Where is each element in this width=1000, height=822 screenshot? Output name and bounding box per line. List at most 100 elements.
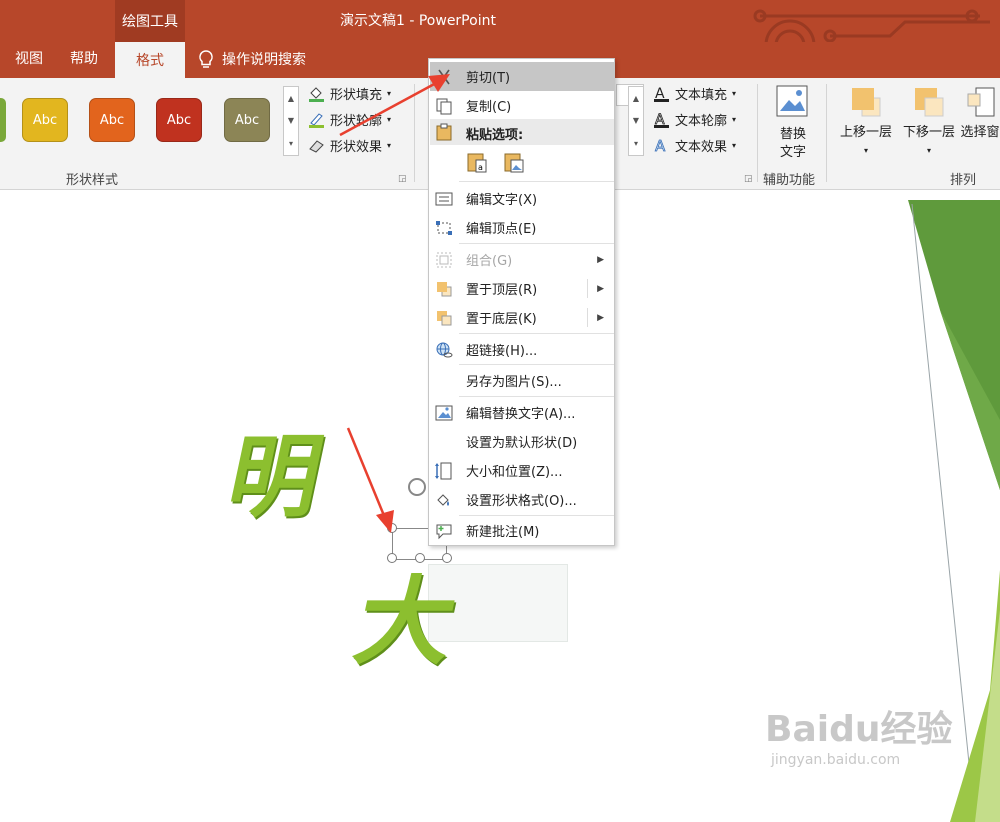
selection-pane-button[interactable]: 选择窗	[960, 86, 1000, 142]
watermark-url: jingyan.baidu.com	[771, 752, 901, 768]
menu-item-hyperlink[interactable]: 超链接(H)...	[430, 335, 614, 364]
text-outline-icon: A	[654, 112, 669, 128]
resize-handle[interactable]	[442, 553, 452, 563]
bring-forward-button[interactable]: 上移一层 ▾	[836, 86, 896, 160]
menu-label-copy: 复制(C)	[466, 100, 512, 115]
menu-label-hyperlink: 超链接(H)...	[466, 344, 538, 359]
menu-label-edit-points: 编辑顶点(E)	[466, 222, 537, 237]
gallery-down-icon[interactable]: ▼	[288, 116, 294, 125]
context-menu: 剪切(T) 复制(C) 粘贴选项: a 编辑文字(X) 编辑顶点(E) 组合(G…	[428, 58, 615, 546]
dialog-launcher-icon[interactable]: ◲	[398, 174, 407, 184]
menu-item-format-shape[interactable]: 设置形状格式(O)...	[430, 485, 614, 514]
text-outline-button[interactable]: A 文本轮廓 ▾	[653, 110, 736, 129]
submenu-arrow-icon[interactable]: ▶	[597, 313, 604, 323]
menu-label-edit-alt-text: 编辑替换文字(A)...	[466, 407, 576, 422]
text-fill-label: 文本填充	[675, 88, 728, 103]
resize-handle[interactable]	[415, 553, 425, 563]
menu-item-edit-points[interactable]: 编辑顶点(E)	[430, 213, 614, 242]
arrange-group-label: 排列	[950, 173, 977, 188]
pencil-icon	[309, 113, 324, 128]
lightbulb-icon	[199, 50, 213, 68]
clipboard-icon	[436, 123, 452, 141]
menu-label-new-comment: 新建批注(M)	[466, 525, 540, 540]
menu-item-send-to-back[interactable]: 置于底层(K) ▶	[430, 303, 614, 332]
tab-format[interactable]: 格式	[115, 42, 185, 78]
alt-text-label-2: 文字	[779, 145, 806, 160]
menu-item-copy[interactable]: 复制(C)	[430, 91, 614, 120]
alt-text-button[interactable]: 替换 文字	[772, 84, 814, 162]
resize-handle[interactable]	[387, 553, 397, 563]
style-swatch-3[interactable]: Abc	[156, 98, 202, 142]
menu-separator	[459, 364, 614, 365]
style-swatch-partial[interactable]	[0, 98, 6, 142]
text-fill-button[interactable]: A 文本填充 ▾	[653, 84, 736, 103]
format-shape-bucket-icon	[437, 494, 449, 506]
selection-pane-label: 选择窗	[960, 125, 1000, 140]
hyperlink-globe-icon	[436, 342, 453, 358]
menu-item-set-default-shape[interactable]: 设置为默认形状(D)	[430, 427, 614, 456]
style-swatch-4[interactable]: Abc	[224, 98, 270, 142]
menu-item-edit-alt-text[interactable]: 编辑替换文字(A)...	[430, 398, 614, 427]
tab-help[interactable]: 帮助	[58, 42, 110, 78]
alt-text-icon	[776, 85, 808, 117]
menu-label-send-to-back: 置于底层(K)	[466, 312, 537, 327]
bring-forward-icon	[852, 88, 881, 117]
tell-me-search[interactable]: 操作说明搜索	[198, 42, 306, 78]
menu-separator	[459, 243, 614, 244]
gallery-more-icon[interactable]: ▾	[289, 139, 293, 148]
group-icon	[436, 252, 452, 268]
comment-icon	[436, 524, 452, 540]
gallery-scroll[interactable]: ▲ ▼ ▾	[283, 86, 299, 156]
group-divider	[414, 84, 415, 182]
menu-item-group[interactable]: 组合(G) ▶	[430, 245, 614, 274]
title-bar: 绘图工具 演示文稿1 - PowerPoint	[0, 0, 1000, 72]
menu-label-size-position: 大小和位置(Z)...	[466, 465, 563, 480]
resize-handle[interactable]	[387, 523, 397, 533]
svg-text:A: A	[655, 137, 666, 154]
paste-keep-text-icon[interactable]: a	[466, 151, 488, 173]
style-swatch-2[interactable]: Abc	[89, 98, 135, 142]
gallery-up-icon[interactable]: ▲	[288, 94, 294, 103]
rotate-handle[interactable]	[408, 478, 426, 496]
menu-label-save-as-picture: 另存为图片(S)...	[466, 375, 562, 390]
wordart-down-icon[interactable]: ▼	[633, 116, 639, 125]
shape-styles-group-label: 形状样式	[66, 173, 119, 188]
wordart-more-icon[interactable]: ▾	[634, 139, 638, 148]
text-dialog-launcher-icon[interactable]: ◲	[744, 174, 753, 184]
submenu-divider	[587, 308, 588, 327]
edit-text-icon	[435, 192, 453, 206]
submenu-arrow-icon: ▶	[597, 254, 604, 265]
menu-label-group: 组合(G)	[466, 254, 513, 269]
wordart-gallery-scroll[interactable]: ▲ ▼ ▾	[628, 86, 644, 156]
paint-bucket-icon	[309, 87, 324, 102]
menu-item-cut[interactable]: 剪切(T)	[430, 62, 614, 91]
menu-item-new-comment[interactable]: 新建批注(M)	[430, 516, 614, 545]
paste-options-label: 粘贴选项:	[466, 128, 524, 143]
group-divider	[757, 84, 758, 182]
submenu-arrow-icon[interactable]: ▶	[597, 284, 604, 294]
style-swatch-1[interactable]: Abc	[22, 98, 68, 142]
send-backward-label: 下移一层	[902, 125, 955, 140]
alt-text-image-icon	[435, 405, 453, 421]
text-effects-button[interactable]: A 文本效果 ▾	[653, 136, 736, 155]
menu-item-bring-to-front[interactable]: 置于顶层(R) ▶	[430, 274, 614, 303]
wordart-up-icon[interactable]: ▲	[633, 94, 639, 103]
drawing-tools-context-label: 绘图工具	[115, 0, 185, 42]
text-effects-icon: A	[655, 137, 667, 154]
alt-text-label-1: 替换	[779, 127, 806, 142]
menu-item-save-as-picture[interactable]: 另存为图片(S)...	[430, 366, 614, 395]
tell-me-label: 操作说明搜索	[222, 52, 306, 68]
scissors-icon	[438, 69, 450, 85]
menu-item-edit-text[interactable]: 编辑文字(X)	[430, 184, 614, 213]
edit-points-icon	[436, 221, 452, 235]
svg-text:a: a	[478, 163, 483, 172]
shape-effects-button[interactable]: 形状效果 ▾	[308, 136, 391, 155]
send-backward-button[interactable]: 下移一层 ▾	[899, 86, 959, 160]
shape-outline-button[interactable]: 形状轮廓 ▾	[308, 110, 391, 129]
paste-picture-icon[interactable]	[503, 151, 525, 173]
tab-view[interactable]: 视图	[3, 42, 55, 78]
menu-item-size-position[interactable]: 大小和位置(Z)...	[430, 456, 614, 485]
watermark-brand: Baidu经验	[765, 709, 953, 750]
selection-pane-icon	[967, 87, 995, 117]
shape-fill-button[interactable]: 形状填充 ▾	[308, 84, 391, 103]
